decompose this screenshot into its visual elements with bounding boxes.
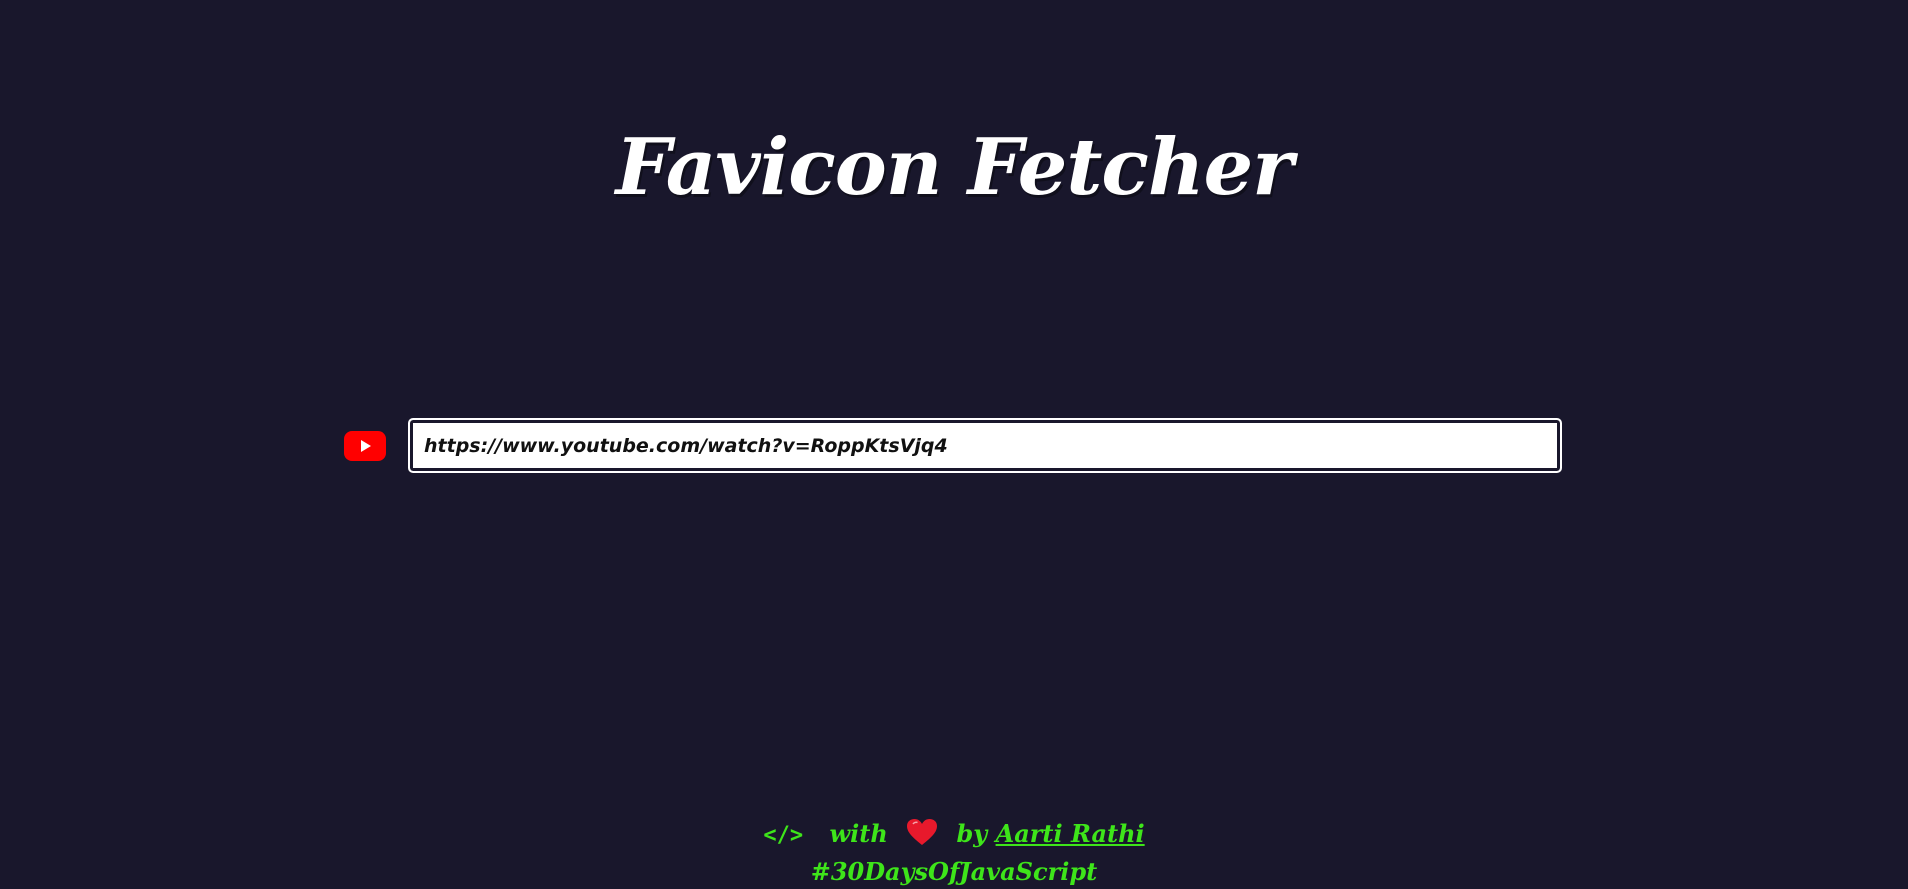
url-input[interactable] <box>408 418 1562 473</box>
code-icon: </> <box>763 823 804 848</box>
page: Favicon Fetcher </> with by Aarti Rathi … <box>0 0 1908 889</box>
footer-with-text: with <box>829 819 888 848</box>
author-link[interactable]: Aarti Rathi <box>996 819 1145 848</box>
heart-icon <box>907 819 938 845</box>
footer-by-text: by <box>956 819 988 848</box>
youtube-play-icon <box>344 431 386 461</box>
footer-credit: </> with by Aarti Rathi <box>0 816 1908 854</box>
footer-hashtag: #30DaysOfJavaScript <box>810 857 1098 886</box>
page-title: Favicon Fetcher <box>615 122 1294 213</box>
